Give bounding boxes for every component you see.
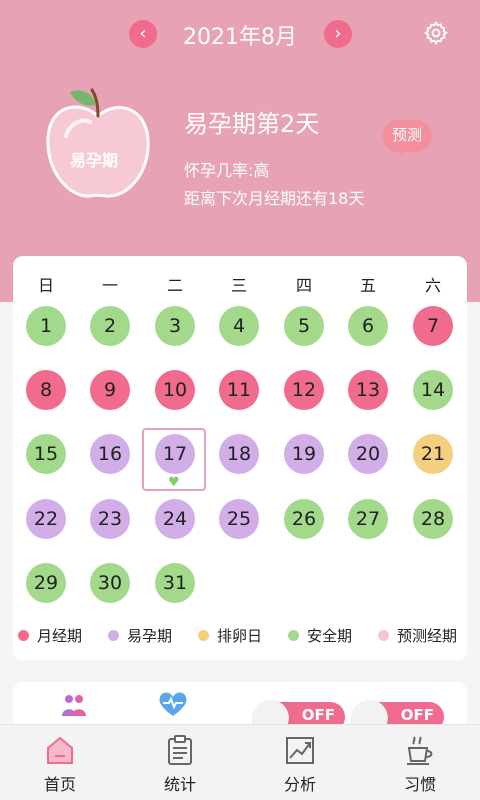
calendar-day[interactable]: 14: [413, 370, 453, 410]
legend-item: 预测经期: [378, 626, 457, 646]
calendar-day[interactable]: 17: [155, 434, 195, 474]
weekday-label: 二: [166, 276, 183, 295]
calendar-day[interactable]: 13: [348, 370, 388, 410]
legend-dot: [288, 630, 299, 641]
calendar-day[interactable]: 11: [219, 370, 259, 410]
calendar-day[interactable]: 22: [26, 499, 66, 539]
legend-item: 月经期: [18, 626, 82, 646]
calendar-day[interactable]: 30: [90, 563, 130, 603]
calendar-day[interactable]: 8: [26, 370, 66, 410]
chevron-left-icon: ‹: [139, 23, 147, 44]
clipboard-icon: [168, 735, 192, 765]
legend-label: 安全期: [307, 627, 353, 645]
calendar-day[interactable]: 26: [284, 499, 324, 539]
calendar-day[interactable]: 4: [219, 306, 259, 346]
tab-analysis-label: 分析: [283, 775, 316, 794]
month-title: 2021年8月: [183, 25, 297, 50]
weekday-label: 六: [424, 276, 441, 295]
next-period-countdown: 距离下次月经期还有18天: [184, 189, 365, 208]
calendar-day[interactable]: 15: [26, 434, 66, 474]
legend-dot: [198, 630, 209, 641]
tab-habits-label: 习惯: [403, 775, 436, 794]
calendar-day[interactable]: 27: [348, 499, 388, 539]
legend-label: 预测经期: [397, 627, 458, 645]
legend-label: 排卵日: [217, 627, 263, 645]
calendar-day[interactable]: 16: [90, 434, 130, 474]
tab-analysis[interactable]: 分析: [255, 724, 345, 800]
tab-habits[interactable]: 习惯: [375, 724, 465, 800]
predict-bubble-tail: [396, 148, 408, 156]
cup-icon: [407, 736, 433, 765]
gear-icon[interactable]: [423, 20, 449, 46]
weekday-label: 五: [359, 276, 376, 295]
apple-icon: [46, 88, 150, 198]
calendar-day[interactable]: 12: [284, 370, 324, 410]
apple-label: 易孕期: [70, 151, 119, 170]
legend-item: 安全期: [288, 626, 352, 646]
chart-icon: [286, 737, 314, 764]
calendar-day[interactable]: 2: [90, 306, 130, 346]
legend-dot: [378, 630, 389, 641]
calendar-day[interactable]: 1: [26, 306, 66, 346]
legend-item: 排卵日: [198, 626, 262, 646]
calendar-day[interactable]: 31: [155, 563, 195, 603]
chevron-right-icon: ›: [334, 23, 342, 44]
legend-item: 易孕期: [108, 626, 172, 646]
toggle-2-label: OFF: [400, 706, 434, 724]
calendar-day[interactable]: 25: [219, 499, 259, 539]
calendar-day[interactable]: 18: [219, 434, 259, 474]
month-bar: ‹ 2021年8月 ›: [0, 14, 480, 54]
calendar-day[interactable]: 9: [90, 370, 130, 410]
legend-dot: [108, 630, 119, 641]
calendar-day[interactable]: 24: [155, 499, 195, 539]
legend-label: 月经期: [37, 627, 83, 645]
tab-home-label: 首页: [43, 775, 76, 794]
calendar-day[interactable]: 28: [413, 499, 453, 539]
weekday-label: 三: [230, 276, 247, 295]
home-icon: [47, 736, 73, 764]
phase-title: 易孕期第2天: [184, 110, 320, 138]
toggle-1-label: OFF: [301, 706, 335, 724]
weekday-label: 一: [101, 276, 118, 295]
couple-icon[interactable]: [60, 694, 88, 718]
tab-home[interactable]: 首页: [15, 724, 105, 800]
calendar-day[interactable]: 10: [155, 370, 195, 410]
calendar-day[interactable]: 19: [284, 434, 324, 474]
heart-marker-icon: ♥: [168, 475, 180, 490]
calendar-day[interactable]: 29: [26, 563, 66, 603]
heart-pulse-icon[interactable]: [158, 690, 188, 718]
pregnancy-probability: 怀孕几率:高: [184, 161, 270, 180]
tab-statistics-label: 统计: [163, 775, 196, 794]
calendar-day[interactable]: 3: [155, 306, 195, 346]
legend-label: 易孕期: [127, 627, 173, 645]
calendar-day[interactable]: 23: [90, 499, 130, 539]
legend-dot: [18, 630, 29, 641]
calendar-day[interactable]: 5: [284, 306, 324, 346]
next-month-button[interactable]: ›: [324, 20, 352, 48]
calendar-day[interactable]: 20: [348, 434, 388, 474]
calendar-day[interactable]: 7: [413, 306, 453, 346]
prev-month-button[interactable]: ‹: [129, 20, 157, 48]
tab-statistics[interactable]: 统计: [135, 724, 225, 800]
calendar-day[interactable]: 6: [348, 306, 388, 346]
weekday-label: 日: [37, 276, 54, 295]
weekday-label: 四: [295, 276, 312, 295]
calendar-day[interactable]: 21: [413, 434, 453, 474]
